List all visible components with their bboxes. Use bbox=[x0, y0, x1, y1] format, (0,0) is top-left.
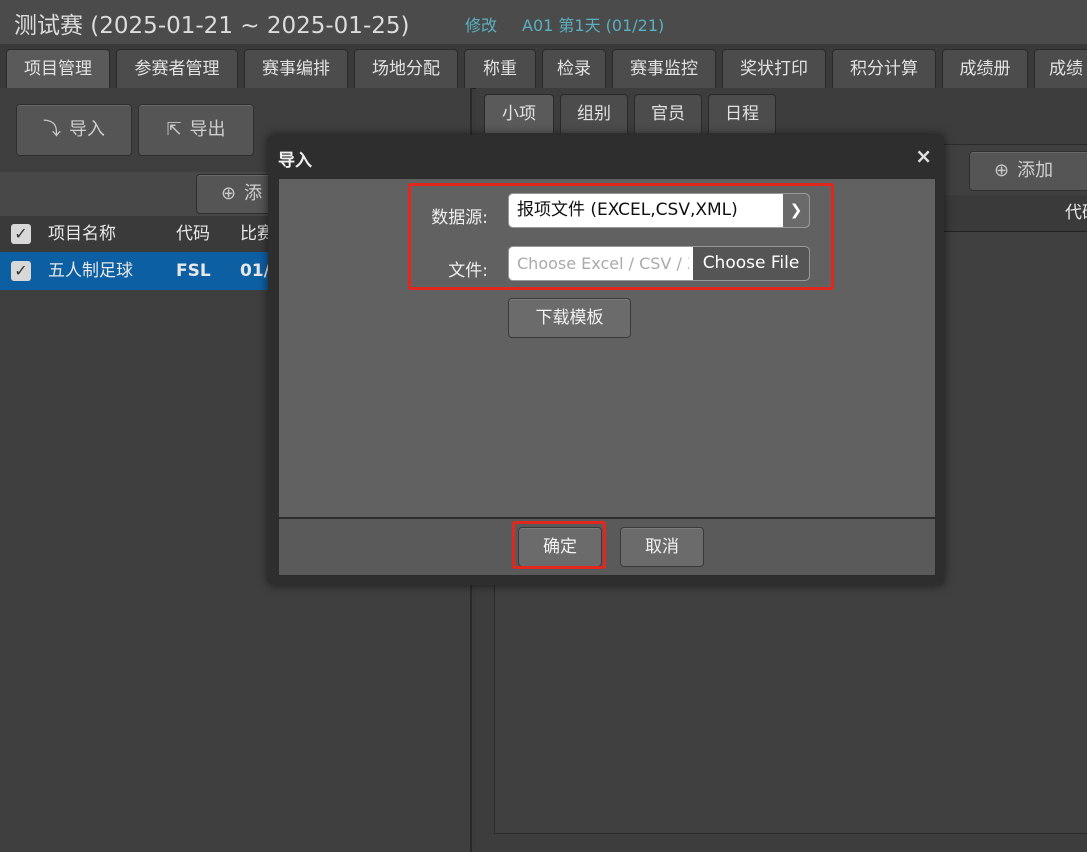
add-sub-label: 添加 bbox=[1017, 160, 1054, 181]
tab-certificate-print[interactable]: 奖状打印 bbox=[722, 49, 826, 88]
tab-check-in[interactable]: 检录 bbox=[542, 49, 606, 88]
subtab-sub-events[interactable]: 小项 bbox=[484, 94, 554, 133]
export-button[interactable]: ⇱ 导出 bbox=[138, 104, 254, 156]
row-event-name: 五人制足球 bbox=[48, 261, 133, 281]
tab-venue-allocation[interactable]: 场地分配 bbox=[354, 49, 458, 88]
dialog-title: 导入 bbox=[278, 151, 312, 171]
highlight-box-fields bbox=[408, 183, 834, 290]
row-date: 01/ bbox=[240, 261, 270, 281]
subtab-officials[interactable]: 官员 bbox=[634, 94, 702, 133]
col-sub-code: 代码 bbox=[1065, 203, 1087, 223]
add-sub-event-button[interactable]: ⊕ 添加 bbox=[969, 151, 1087, 191]
tab-results[interactable]: 成绩 bbox=[1034, 49, 1087, 88]
download-template-button[interactable]: 下载模板 bbox=[508, 298, 631, 338]
row-code: FSL bbox=[176, 261, 211, 281]
tab-scheduling[interactable]: 赛事编排 bbox=[244, 49, 348, 88]
col-code: 代码 bbox=[176, 224, 210, 244]
tab-monitoring[interactable]: 赛事监控 bbox=[612, 49, 716, 88]
main-tab-bar: 项目管理 参赛者管理 赛事编排 场地分配 称重 检录 赛事监控 奖状打印 积分计… bbox=[0, 44, 1087, 89]
dialog-footer bbox=[278, 518, 936, 576]
edit-link[interactable]: 修改 bbox=[465, 12, 497, 36]
cancel-button[interactable]: 取消 bbox=[620, 527, 704, 567]
highlight-box-ok bbox=[512, 521, 606, 569]
tab-event-management[interactable]: 项目管理 bbox=[6, 49, 110, 88]
row-checkbox[interactable]: ✓ bbox=[11, 261, 31, 281]
subtab-groups[interactable]: 组别 bbox=[560, 94, 628, 133]
subtab-schedule[interactable]: 日程 bbox=[708, 94, 776, 133]
import-icon: ⤵ bbox=[43, 119, 61, 140]
plus-icon: ⊕ bbox=[221, 183, 237, 204]
export-label: 导出 bbox=[189, 119, 226, 140]
import-label: 导入 bbox=[69, 119, 105, 140]
import-button[interactable]: ⤵ 导入 bbox=[16, 104, 132, 156]
select-all-checkbox[interactable]: ✓ bbox=[11, 224, 31, 244]
close-icon[interactable]: × bbox=[915, 144, 932, 168]
col-event-name: 项目名称 bbox=[48, 224, 116, 244]
tab-weigh-in[interactable]: 称重 bbox=[464, 49, 536, 88]
export-icon: ⇱ bbox=[166, 119, 182, 140]
add-label: 添 bbox=[244, 183, 263, 204]
tab-participants[interactable]: 参赛者管理 bbox=[116, 49, 238, 88]
tab-results-book[interactable]: 成绩册 bbox=[942, 49, 1028, 88]
tab-points[interactable]: 积分计算 bbox=[832, 49, 936, 88]
top-bar: 测试赛 (2025-01-21 ~ 2025-01-25) 修改 A01 第1天… bbox=[0, 0, 1087, 45]
session-status: A01 第1天 (01/21) bbox=[522, 16, 665, 35]
page-title: 测试赛 (2025-01-21 ~ 2025-01-25) bbox=[14, 13, 410, 39]
plus-icon: ⊕ bbox=[994, 160, 1010, 181]
dialog-header: 导入 × bbox=[276, 138, 938, 176]
